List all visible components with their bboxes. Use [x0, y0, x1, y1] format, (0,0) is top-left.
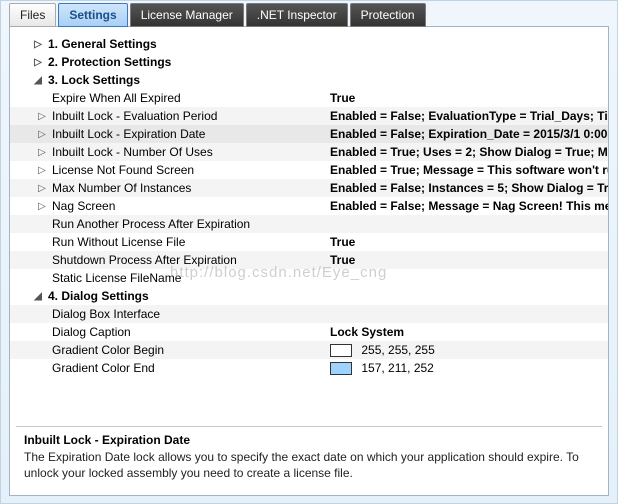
- prop-run-another[interactable]: Run Another Process After Expiration: [10, 215, 608, 233]
- prop-label: Expire When All Expired: [50, 91, 330, 105]
- prop-label: Max Number Of Instances: [50, 181, 330, 195]
- tab-net-inspector[interactable]: .NET Inspector: [246, 3, 348, 27]
- section-label: 2. Protection Settings: [46, 55, 326, 69]
- tab-files[interactable]: Files: [9, 3, 56, 27]
- prop-inbuilt-eval[interactable]: ▷ Inbuilt Lock - Evaluation Period Enabl…: [10, 107, 608, 125]
- prop-value[interactable]: 157, 211, 252: [330, 361, 608, 375]
- prop-label: Gradient Color End: [50, 361, 330, 375]
- expand-icon[interactable]: ▷: [36, 201, 48, 212]
- prop-inbuilt-uses[interactable]: ▷ Inbuilt Lock - Number Of Uses Enabled …: [10, 143, 608, 161]
- color-swatch: [330, 344, 352, 357]
- color-text: 157, 211, 252: [361, 361, 434, 375]
- tab-bar: Files Settings License Manager .NET Insp…: [1, 1, 617, 26]
- section-protection[interactable]: ▷ 2. Protection Settings: [10, 53, 608, 71]
- prop-value[interactable]: Enabled = True; Message = This software …: [330, 163, 608, 177]
- prop-expire-when-all-expired[interactable]: Expire When All Expired True: [10, 89, 608, 107]
- prop-value[interactable]: Enabled = False; Instances = 5; Show Dia…: [330, 181, 608, 195]
- prop-label: Dialog Caption: [50, 325, 330, 339]
- expand-icon[interactable]: ▷: [32, 39, 44, 50]
- prop-value[interactable]: Lock System: [330, 325, 608, 339]
- settings-panel: ▷ 1. General Settings ▷ 2. Protection Se…: [9, 26, 609, 496]
- description-body: The Expiration Date lock allows you to s…: [24, 449, 594, 481]
- prop-label: Gradient Color Begin: [50, 343, 330, 357]
- prop-label: Inbuilt Lock - Number Of Uses: [50, 145, 330, 159]
- prop-static-license[interactable]: Static License FileName: [10, 269, 608, 287]
- section-general[interactable]: ▷ 1. General Settings: [10, 35, 608, 53]
- prop-value[interactable]: Enabled = True; Uses = 2; Show Dialog = …: [330, 145, 608, 159]
- prop-label: Run Another Process After Expiration: [50, 217, 330, 231]
- section-label: 1. General Settings: [46, 37, 326, 51]
- prop-label: Run Without License File: [50, 235, 330, 249]
- prop-nag-screen[interactable]: ▷ Nag Screen Enabled = False; Message = …: [10, 197, 608, 215]
- prop-value[interactable]: Enabled = False; EvaluationType = Trial_…: [330, 109, 608, 123]
- prop-label: License Not Found Screen: [50, 163, 330, 177]
- expand-icon[interactable]: ▷: [32, 57, 44, 68]
- section-label: 3. Lock Settings: [46, 73, 326, 87]
- prop-value[interactable]: Enabled = False; Expiration_Date = 2015/…: [330, 127, 608, 141]
- prop-gradient-end[interactable]: Gradient Color End 157, 211, 252: [10, 359, 608, 377]
- prop-dialog-caption[interactable]: Dialog Caption Lock System: [10, 323, 608, 341]
- prop-label: Shutdown Process After Expiration: [50, 253, 330, 267]
- section-lock[interactable]: ◢ 3. Lock Settings: [10, 71, 608, 89]
- tab-settings[interactable]: Settings: [58, 3, 127, 27]
- prop-label: Inbuilt Lock - Expiration Date: [50, 127, 330, 141]
- prop-label: Dialog Box Interface: [50, 307, 330, 321]
- prop-max-instances[interactable]: ▷ Max Number Of Instances Enabled = Fals…: [10, 179, 608, 197]
- prop-value[interactable]: True: [330, 235, 608, 249]
- prop-inbuilt-expdate[interactable]: ▷ Inbuilt Lock - Expiration Date Enabled…: [10, 125, 608, 143]
- color-text: 255, 255, 255: [361, 343, 434, 357]
- property-grid: ▷ 1. General Settings ▷ 2. Protection Se…: [10, 27, 608, 420]
- expand-icon[interactable]: ▷: [36, 129, 48, 140]
- section-dialog[interactable]: ◢ 4. Dialog Settings: [10, 287, 608, 305]
- section-label: 4. Dialog Settings: [46, 289, 326, 303]
- collapse-icon[interactable]: ◢: [32, 75, 44, 86]
- prop-license-not-found[interactable]: ▷ License Not Found Screen Enabled = Tru…: [10, 161, 608, 179]
- description-panel: Inbuilt Lock - Expiration Date The Expir…: [16, 426, 602, 489]
- prop-label: Static License FileName: [50, 271, 330, 285]
- prop-dialog-interface[interactable]: Dialog Box Interface: [10, 305, 608, 323]
- tab-license-manager[interactable]: License Manager: [130, 3, 244, 27]
- expand-icon[interactable]: ▷: [36, 111, 48, 122]
- tab-protection[interactable]: Protection: [350, 3, 426, 27]
- prop-value[interactable]: True: [330, 91, 608, 105]
- description-title: Inbuilt Lock - Expiration Date: [24, 433, 594, 447]
- prop-value[interactable]: 255, 255, 255: [330, 343, 608, 357]
- color-swatch: [330, 362, 352, 375]
- prop-gradient-begin[interactable]: Gradient Color Begin 255, 255, 255: [10, 341, 608, 359]
- expand-icon[interactable]: ▷: [36, 183, 48, 194]
- expand-icon[interactable]: ▷: [36, 165, 48, 176]
- prop-label: Nag Screen: [50, 199, 330, 213]
- prop-shutdown-after[interactable]: Shutdown Process After Expiration True: [10, 251, 608, 269]
- expand-icon[interactable]: ▷: [36, 147, 48, 158]
- collapse-icon[interactable]: ◢: [32, 291, 44, 302]
- prop-run-without-license[interactable]: Run Without License File True: [10, 233, 608, 251]
- prop-label: Inbuilt Lock - Evaluation Period: [50, 109, 330, 123]
- prop-value[interactable]: True: [330, 253, 608, 267]
- prop-value[interactable]: Enabled = False; Message = Nag Screen! T…: [330, 199, 608, 213]
- app-window: Files Settings License Manager .NET Insp…: [0, 0, 618, 504]
